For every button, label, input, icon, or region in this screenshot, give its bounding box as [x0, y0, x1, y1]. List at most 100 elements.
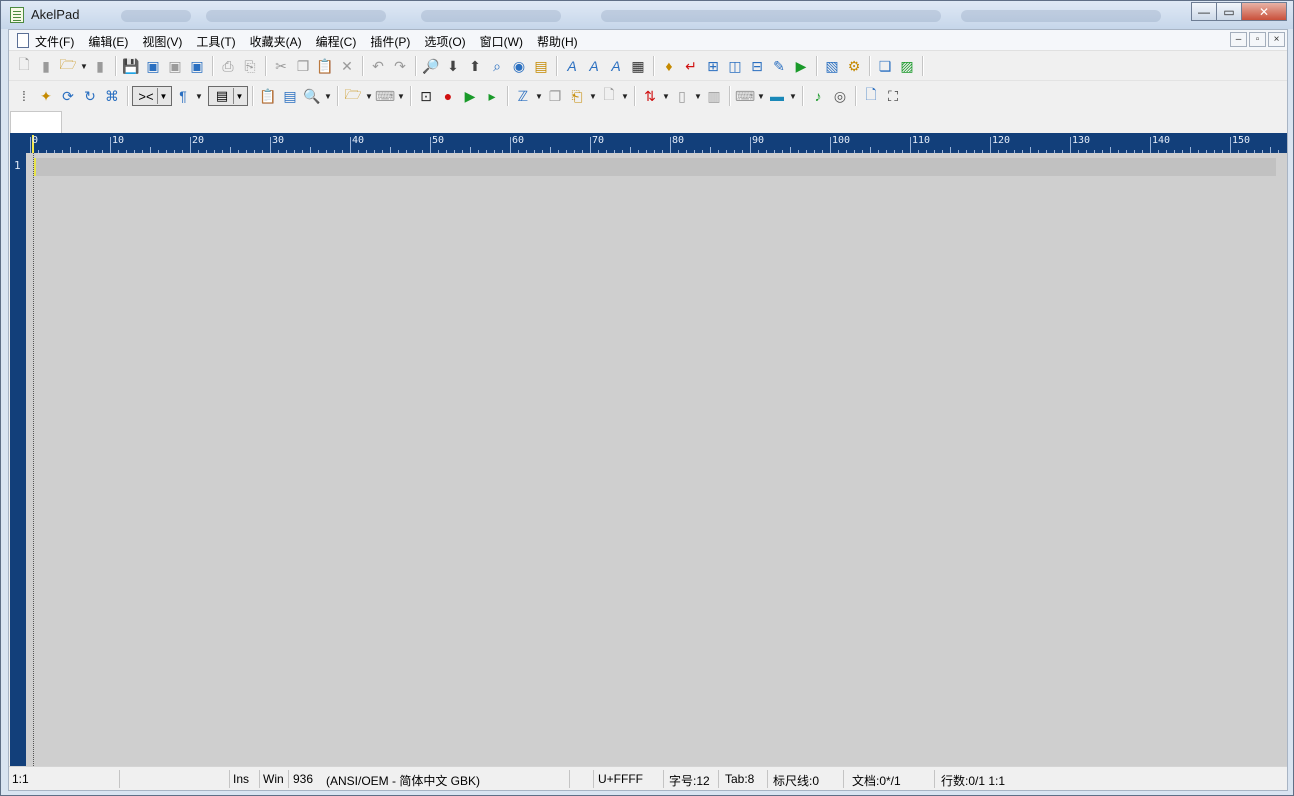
- chevron-down-icon[interactable]: ▼: [788, 85, 798, 107]
- find-next-down-icon[interactable]: ⬇: [442, 55, 464, 77]
- text-area[interactable]: [26, 153, 1287, 766]
- vertical-bar-icon[interactable]: ▯: [671, 85, 693, 107]
- menu-help[interactable]: 帮助(H): [537, 33, 578, 50]
- close-tags-dropdown[interactable]: >< ▼: [132, 86, 172, 106]
- menu-coder[interactable]: 编程(C): [316, 33, 357, 50]
- color-grid-icon[interactable]: ▦: [627, 55, 649, 77]
- status-position[interactable]: 1:1: [12, 772, 29, 786]
- script-icon[interactable]: ℤ: [512, 85, 534, 107]
- go-to-icon[interactable]: ◉: [508, 55, 530, 77]
- mdi-restore-button[interactable]: ▫: [1249, 32, 1266, 47]
- play-step-icon[interactable]: ▸: [481, 85, 503, 107]
- title-bar[interactable]: AkelPad — ▭ ✕: [1, 1, 1293, 29]
- close-file-icon[interactable]: ▮: [35, 55, 57, 77]
- notes-icon[interactable]: ▨: [896, 55, 918, 77]
- keyboard-icon[interactable]: ⌨: [734, 85, 756, 107]
- folder-open-icon[interactable]: 🗁: [342, 85, 364, 107]
- menu-tools[interactable]: 工具(T): [196, 33, 235, 50]
- paste-special-icon[interactable]: ⎗: [566, 85, 588, 107]
- chevron-down-icon[interactable]: ▼: [534, 85, 544, 107]
- sort-icon[interactable]: ⇅: [639, 85, 661, 107]
- page-icon[interactable]: 🗋: [860, 85, 882, 107]
- mdi-close-button[interactable]: ×: [1268, 32, 1285, 47]
- bulb-icon[interactable]: ✦: [35, 85, 57, 107]
- copy-icon[interactable]: ❐: [292, 55, 314, 77]
- mdi-minimize-button[interactable]: –: [1230, 32, 1247, 47]
- templates-icon[interactable]: ❐: [544, 85, 566, 107]
- clipboard-icon[interactable]: ▤: [530, 55, 552, 77]
- font-minus-icon[interactable]: A: [605, 55, 627, 77]
- tab-untitled[interactable]: [10, 111, 62, 133]
- redo-icon[interactable]: ↷: [389, 55, 411, 77]
- menu-options[interactable]: 选项(O): [424, 33, 465, 50]
- play-icon[interactable]: ▶: [459, 85, 481, 107]
- maximize-button[interactable]: ▭: [1216, 2, 1242, 21]
- save-as-icon[interactable]: ▣: [164, 55, 186, 77]
- print-preview-icon[interactable]: ⎘: [239, 55, 261, 77]
- split-window-icon[interactable]: ⊞: [702, 55, 724, 77]
- chevron-down-icon[interactable]: ▼: [693, 85, 703, 107]
- open-folder-icon[interactable]: 🗁: [57, 55, 79, 77]
- fullscreen-icon[interactable]: ⛶: [882, 85, 904, 107]
- font-icon[interactable]: A: [561, 55, 583, 77]
- chevron-down-icon[interactable]: ▼: [194, 85, 204, 107]
- menu-edit[interactable]: 编辑(E): [88, 33, 128, 50]
- menu-file[interactable]: 文件(F): [35, 33, 74, 50]
- find-next-up-icon[interactable]: ⬆: [464, 55, 486, 77]
- status-tab-size[interactable]: Tab:8: [725, 772, 754, 786]
- chevron-down-icon[interactable]: ▼: [620, 85, 630, 107]
- play-box-icon[interactable]: ⊡: [415, 85, 437, 107]
- edit-script-icon[interactable]: ▧: [821, 55, 843, 77]
- replace-icon[interactable]: ⌕: [486, 55, 508, 77]
- delete-icon[interactable]: ✕: [336, 55, 358, 77]
- document-icon[interactable]: [17, 33, 29, 48]
- chevron-down-icon[interactable]: ▼: [661, 85, 671, 107]
- undo-icon[interactable]: ↶: [367, 55, 389, 77]
- font-plus-icon[interactable]: A: [583, 55, 605, 77]
- view-list-dropdown[interactable]: ▤ ▼: [208, 86, 248, 106]
- save-bookmark-icon[interactable]: ▤: [279, 85, 301, 107]
- cut-icon[interactable]: ✂: [270, 55, 292, 77]
- split-vertical-icon[interactable]: ◫: [724, 55, 746, 77]
- refresh-code-icon[interactable]: ↻: [79, 85, 101, 107]
- zoom-icon[interactable]: 🔍: [301, 85, 323, 107]
- chevron-down-icon[interactable]: ▼: [364, 85, 374, 107]
- status-codepage[interactable]: 936: [293, 772, 313, 786]
- paste-icon[interactable]: 📋: [314, 55, 336, 77]
- chevron-down-icon[interactable]: ▼: [323, 85, 333, 107]
- menu-view[interactable]: 视图(V): [142, 33, 182, 50]
- copy-document-icon[interactable]: ❏: [874, 55, 896, 77]
- code-icon[interactable]: ⁞: [13, 85, 35, 107]
- close-button[interactable]: ✕: [1241, 2, 1287, 21]
- clipboard-list-icon[interactable]: 📋: [257, 85, 279, 107]
- menu-window[interactable]: 窗口(W): [480, 33, 523, 50]
- status-newline[interactable]: Win: [263, 772, 284, 786]
- record-icon[interactable]: ●: [437, 85, 459, 107]
- chevron-down-icon[interactable]: ▼: [588, 85, 598, 107]
- menu-plugins[interactable]: 插件(P): [370, 33, 410, 50]
- status-insert-mode[interactable]: Ins: [233, 772, 249, 786]
- macro-record-icon[interactable]: ⟳: [57, 85, 79, 107]
- minimize-button[interactable]: —: [1191, 2, 1217, 21]
- status-ruler[interactable]: 标尺线:0: [773, 772, 819, 789]
- chevron-down-icon[interactable]: ▼: [79, 55, 89, 77]
- bookmark-icon[interactable]: ♦: [658, 55, 680, 77]
- save-gray-icon[interactable]: ▮: [89, 55, 111, 77]
- chevron-down-icon[interactable]: ▼: [396, 85, 406, 107]
- save-icon[interactable]: 💾: [120, 55, 142, 77]
- menu-favorites[interactable]: 收藏夹(A): [250, 33, 302, 50]
- save-all-icon[interactable]: ▣: [142, 55, 164, 77]
- spiral-icon[interactable]: ◎: [829, 85, 851, 107]
- text-frame-icon[interactable]: ▥: [703, 85, 725, 107]
- compare-icon[interactable]: ⌘: [101, 85, 123, 107]
- save-special-icon[interactable]: ▣: [186, 55, 208, 77]
- tools-icon[interactable]: ✎: [768, 55, 790, 77]
- document-icon[interactable]: 🗋: [598, 85, 620, 107]
- status-font-size[interactable]: 字号:12: [669, 772, 710, 789]
- find-icon[interactable]: 🔎: [420, 55, 442, 77]
- panel-icon[interactable]: ▬: [766, 85, 788, 107]
- pilcrow-icon[interactable]: ¶: [172, 85, 194, 107]
- chevron-down-icon[interactable]: ▼: [756, 85, 766, 107]
- new-file-icon[interactable]: 🗋: [13, 55, 35, 77]
- settings-gear-icon[interactable]: ⚙: [843, 55, 865, 77]
